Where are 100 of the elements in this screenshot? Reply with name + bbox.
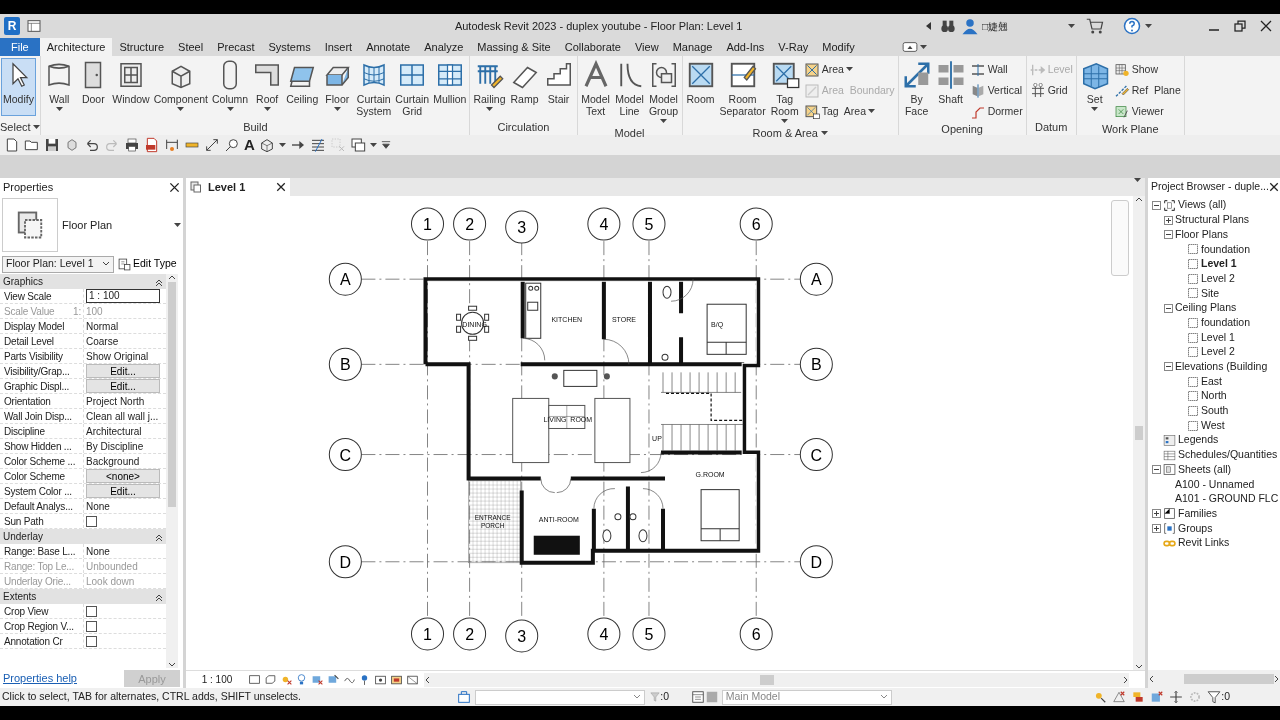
thin-lines-icon[interactable]: [309, 137, 326, 153]
cart-icon[interactable]: [1085, 17, 1105, 35]
print-icon[interactable]: [124, 137, 140, 153]
tree-item[interactable]: North: [1201, 388, 1227, 405]
ribbon-tab[interactable]: V-Ray: [771, 38, 816, 56]
tree-item[interactable]: Structural Plans: [1175, 212, 1250, 228]
tree-item[interactable]: Groups: [1178, 520, 1213, 537]
tree-item[interactable]: foundation: [1201, 241, 1251, 258]
ribbon-tab[interactable]: Analyze: [417, 38, 471, 56]
grid-bubble[interactable]: 2: [453, 207, 487, 241]
crop-region-icon[interactable]: [326, 673, 340, 686]
pdf-icon[interactable]: [144, 137, 160, 153]
edit-button[interactable]: Edit...: [86, 364, 160, 378]
ribbon-tab[interactable]: Manage: [665, 38, 720, 56]
tree-item[interactable]: Site: [1201, 285, 1220, 302]
ribbon-button[interactable]: Room Separator: [717, 58, 768, 119]
panel-toggle-icon[interactable]: [901, 42, 918, 52]
instance-dropdown[interactable]: Floor Plan: Level 1: [2, 255, 114, 273]
ribbon-button[interactable]: Roof: [250, 58, 285, 116]
tree-toggle[interactable]: [1152, 509, 1161, 519]
scroll-up-icon[interactable]: [168, 274, 176, 280]
tree-item[interactable]: Floor Plans: [1175, 226, 1229, 243]
tree-toggle[interactable]: [1164, 230, 1173, 240]
ribbon-button[interactable]: Model Text: [578, 58, 613, 119]
ribbon-button[interactable]: Wall: [967, 59, 1025, 80]
view-scale[interactable]: 1 : 100: [186, 672, 248, 687]
tree-item[interactable]: Revit Links: [1178, 535, 1230, 552]
scroll-left-icon[interactable]: [1148, 675, 1154, 683]
checkbox[interactable]: [86, 635, 97, 647]
tree-item[interactable]: Elevations (Building: [1175, 359, 1268, 375]
grid-bubble[interactable]: 1: [411, 207, 445, 241]
restore-icon[interactable]: [1234, 20, 1246, 32]
tree-item[interactable]: Sheets (all): [1178, 461, 1232, 478]
ribbon-tab[interactable]: View: [628, 38, 666, 56]
editing-requests-icon[interactable]: [691, 690, 705, 704]
design-option-dropdown[interactable]: Main Model: [721, 689, 892, 705]
ribbon-button[interactable]: Tag Room: [767, 58, 802, 126]
grid-bubble[interactable]: 4: [587, 617, 621, 651]
ribbon-button[interactable]: Mullion: [431, 58, 469, 116]
tree-item[interactable]: Schedules/Quantities: [1178, 447, 1278, 463]
grid-bubble[interactable]: A: [328, 262, 362, 296]
new-file-icon[interactable]: [4, 137, 20, 153]
switch-windows-icon[interactable]: [349, 137, 366, 153]
scrollbar-thumb[interactable]: [1135, 426, 1143, 440]
ribbon-tab[interactable]: Insert: [317, 38, 360, 56]
close-icon[interactable]: [169, 181, 180, 193]
grid-bubble[interactable]: 5: [632, 617, 666, 651]
ribbon-tab[interactable]: Modify: [815, 38, 862, 56]
save-icon[interactable]: [44, 137, 60, 153]
ribbon-tab[interactable]: Structure: [112, 38, 172, 56]
tree-toggle[interactable]: [1152, 523, 1161, 533]
grid-bubble[interactable]: B: [799, 347, 833, 381]
square-icon[interactable]: [248, 673, 261, 686]
scroll-down-icon[interactable]: [168, 662, 176, 668]
edit-button[interactable]: Edit...: [86, 379, 160, 393]
tree-item[interactable]: A100 - Unnamed: [1175, 476, 1255, 493]
ribbon-button[interactable]: Show: [1111, 59, 1183, 80]
drag-elements-icon[interactable]: [1169, 690, 1184, 704]
ribbon-button[interactable]: Railing: [471, 58, 508, 116]
quick-access-icon[interactable]: [26, 18, 42, 34]
ribbon-button[interactable]: Area: [801, 59, 897, 80]
tree-toggle[interactable]: [1152, 465, 1161, 475]
filter-icon[interactable]: [1207, 690, 1222, 704]
ribbon-button[interactable]: Vertical: [967, 80, 1025, 101]
property-input[interactable]: 1 : 100: [86, 289, 160, 303]
tree-item[interactable]: Level 2: [1201, 344, 1235, 361]
scroll-down-icon[interactable]: [1135, 664, 1143, 670]
ribbon-button[interactable]: By Face: [899, 58, 934, 119]
binoculars-icon[interactable]: [939, 18, 958, 34]
text-tool[interactable]: A: [244, 137, 255, 153]
edit-button[interactable]: <none>: [86, 469, 160, 483]
tree-item[interactable]: Level 1: [1201, 256, 1237, 272]
analytics-icon[interactable]: [405, 673, 419, 686]
scrollbar-thumb[interactable]: [168, 282, 176, 507]
ribbon-button[interactable]: Tag Area: [801, 101, 897, 122]
ribbon-button[interactable]: Component: [151, 58, 210, 116]
ribbon-button[interactable]: Modify: [1, 58, 36, 116]
crop-off-icon[interactable]: [311, 673, 324, 686]
ribbon-button[interactable]: Dormer: [967, 101, 1025, 122]
panel-title[interactable]: Select: [0, 120, 31, 135]
scrollbar-thumb[interactable]: [760, 674, 774, 685]
tree-item[interactable]: South: [1201, 403, 1229, 419]
edit-button[interactable]: Edit...: [86, 484, 160, 498]
scroll-left-icon[interactable]: [424, 675, 430, 684]
box-icon[interactable]: [263, 673, 277, 686]
ribbon-button[interactable]: Model Group: [646, 58, 681, 126]
user-icon[interactable]: [961, 17, 980, 35]
ribbon-button[interactable]: Model Line: [612, 58, 647, 119]
ribbon-button[interactable]: Room: [683, 58, 718, 116]
checkbox[interactable]: [86, 515, 97, 527]
tree-item[interactable]: A101 - GROUND FLC: [1175, 491, 1279, 507]
ribbon-button[interactable]: Ref Plane: [1111, 80, 1183, 101]
worksets-icon[interactable]: [456, 689, 472, 705]
ribbon-tab[interactable]: Architecture: [39, 38, 113, 56]
tree-item[interactable]: East: [1201, 373, 1222, 390]
undo-icon[interactable]: [84, 137, 100, 153]
ribbon-button[interactable]: Wall: [42, 58, 77, 116]
ribbon-button[interactable]: Curtain Grid: [393, 58, 432, 119]
scroll-right-icon[interactable]: [1274, 675, 1280, 683]
temporary-hide-icon[interactable]: [374, 673, 387, 686]
